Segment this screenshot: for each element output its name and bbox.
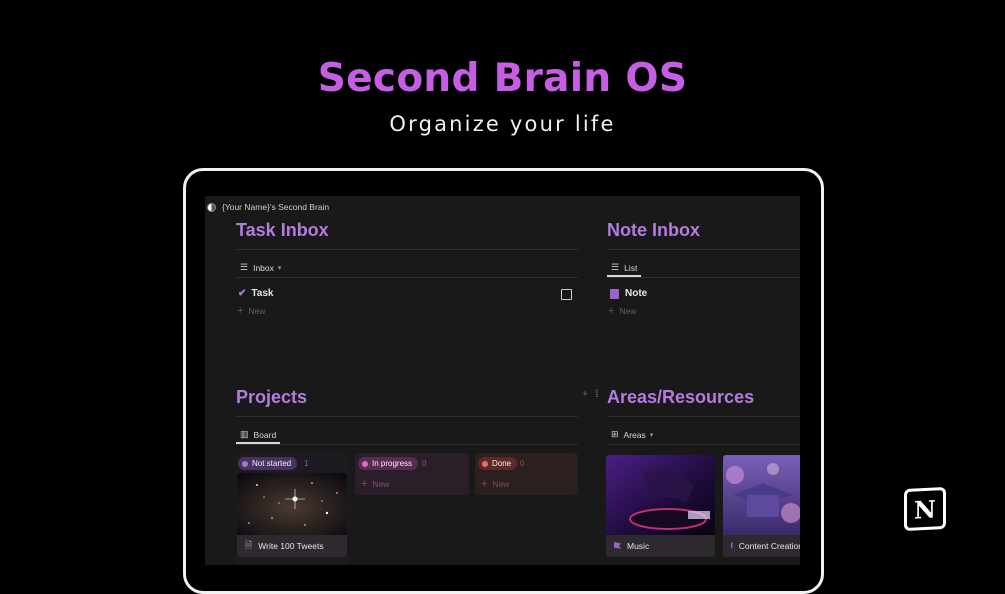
list-icon: ☰ (611, 262, 620, 272)
tab-inbox[interactable]: ☰ Inbox ▾ (240, 262, 281, 273)
board-icon: ▥ (240, 429, 249, 439)
new-label: New (248, 306, 266, 316)
divider (607, 444, 800, 445)
card-title: Write 100 Tweets (258, 541, 324, 551)
list-item[interactable]: Note (610, 288, 647, 299)
area-card[interactable]: Content Creation (723, 455, 800, 557)
status-label: Not started (252, 459, 292, 468)
column-count: 0 (422, 459, 427, 468)
chevron-down-icon: ▾ (649, 431, 654, 439)
note-item-label: Note (625, 288, 648, 299)
plus-icon: + (237, 305, 244, 317)
new-label: New (492, 479, 510, 489)
area-card[interactable]: Music (606, 455, 715, 557)
status-dot (482, 460, 488, 467)
status-badge: In progress (358, 457, 419, 470)
card-caption: Music (606, 535, 715, 557)
new-label: New (619, 306, 637, 316)
check-icon: ✔ (238, 288, 247, 299)
status-label: Done (492, 459, 512, 468)
divider (607, 249, 800, 250)
divider (236, 249, 578, 250)
plus-icon: + (481, 478, 488, 490)
task-inbox-title: Task Inbox (236, 220, 329, 240)
notion-screen: {Your Name}'s Second Brain Task Inbox ☰ … (205, 196, 800, 565)
divider (236, 444, 578, 445)
project-card[interactable]: 🗎 Write 100 Tweets (237, 473, 347, 557)
task-new-button[interactable]: + New (237, 305, 265, 317)
flag-icon (614, 542, 621, 549)
chevron-down-icon: ▾ (277, 264, 282, 272)
doc-icon: 🗎 (245, 540, 253, 550)
plus-icon: + (608, 305, 615, 317)
status-dot (242, 460, 248, 467)
card-caption: Content Creation (723, 535, 800, 557)
tab-list[interactable]: ☰ List (611, 262, 637, 273)
list-icon: ☰ (240, 262, 249, 272)
divider (607, 416, 800, 417)
tab-list-label: List (624, 262, 638, 273)
card-cover-image (606, 455, 715, 535)
status-badge: Not started (238, 457, 298, 470)
workspace-icon (207, 202, 216, 212)
divider (236, 416, 578, 417)
note-icon (610, 288, 619, 299)
flag-icon (731, 542, 733, 549)
done-new-button[interactable]: + New (481, 478, 509, 490)
hero-title: Second Brain OS (317, 56, 688, 101)
new-label: New (372, 479, 390, 489)
plus-icon[interactable]: + (582, 389, 588, 400)
hero-subtitle: Organize your life (389, 112, 616, 136)
list-item[interactable]: ✔ Task (238, 288, 273, 299)
checkbox-icon[interactable] (561, 289, 572, 300)
card-cover-image (723, 455, 800, 535)
notion-logo-icon: N (904, 486, 946, 532)
tab-board-label: Board (253, 429, 277, 440)
status-badge: Done (478, 457, 518, 470)
card-title: Music (627, 541, 650, 551)
drag-handle-icon[interactable]: ⁞⁞ (595, 389, 598, 400)
card-caption: 🗎 Write 100 Tweets (237, 535, 347, 557)
task-item-label: Task (251, 288, 274, 299)
areas-title: Areas/Resources (607, 387, 755, 407)
note-inbox-title: Note Inbox (607, 220, 700, 240)
card-title: Content Creation (738, 541, 800, 551)
tab-board[interactable]: ▥ Board (240, 429, 276, 440)
tab-areas[interactable]: ⊞ Areas ▾ (611, 429, 653, 440)
column-count: 1 (304, 459, 309, 468)
status-label: In progress (372, 459, 413, 468)
column-count: 0 (520, 459, 525, 468)
in-progress-new-button[interactable]: + New (361, 478, 389, 490)
note-new-button[interactable]: + New (608, 305, 636, 317)
divider (607, 277, 800, 278)
plus-icon: + (361, 478, 368, 490)
workspace-title[interactable]: {Your Name}'s Second Brain (222, 202, 329, 212)
gallery-icon: ⊞ (611, 429, 619, 439)
divider (236, 277, 578, 278)
tab-inbox-label: Inbox (253, 262, 274, 273)
tab-areas-label: Areas (623, 429, 646, 440)
workspace-topbar: {Your Name}'s Second Brain (205, 196, 800, 218)
status-dot (362, 460, 368, 467)
card-cover-image (237, 473, 347, 535)
projects-title: Projects (236, 387, 308, 407)
